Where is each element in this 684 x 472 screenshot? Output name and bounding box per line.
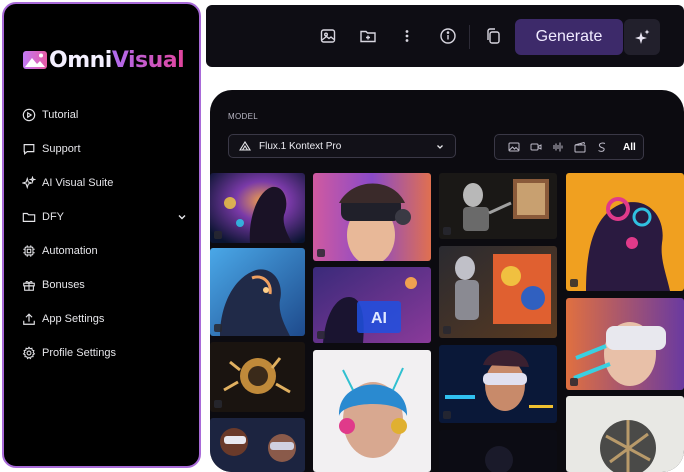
model-select[interactable]: Flux.1 Kontext Pro bbox=[228, 134, 456, 158]
generation-panel: MODEL Flux.1 Kontext Pro All AI bbox=[210, 90, 684, 472]
model-logo-icon bbox=[239, 141, 251, 151]
sidebar-item-label: Bonuses bbox=[42, 279, 85, 291]
sidebar: OmniVisual Tutorial Support AI Visual Su… bbox=[2, 2, 201, 468]
sidebar-item-bonuses[interactable]: Bonuses bbox=[22, 268, 192, 302]
audio-filter-icon[interactable] bbox=[547, 137, 569, 157]
sidebar-item-label: Tutorial bbox=[42, 109, 79, 121]
sidebar-item-label: Support bbox=[42, 143, 81, 155]
gallery-tile[interactable] bbox=[313, 350, 431, 472]
sidebar-item-label: App Settings bbox=[42, 313, 105, 325]
filter-all-button[interactable]: All bbox=[623, 142, 636, 153]
brand-logo[interactable]: OmniVisual bbox=[22, 44, 185, 76]
gallery-tile[interactable] bbox=[566, 396, 684, 472]
sidebar-item-ai-visual-suite[interactable]: AI Visual Suite bbox=[22, 166, 192, 200]
sparkles-icon bbox=[22, 176, 36, 190]
generate-button[interactable]: Generate bbox=[515, 19, 623, 55]
sidebar-item-label: Automation bbox=[42, 245, 98, 257]
media-type-badge bbox=[214, 231, 222, 239]
media-type-badge bbox=[443, 227, 451, 235]
sidebar-item-label: Profile Settings bbox=[42, 347, 116, 359]
gallery-tile[interactable] bbox=[210, 248, 305, 336]
chevron-down-icon bbox=[437, 145, 443, 149]
brand-name: OmniVisual bbox=[49, 47, 185, 73]
sidebar-item-label: AI Visual Suite bbox=[42, 177, 114, 189]
clapper-filter-icon[interactable] bbox=[569, 137, 591, 157]
top-toolbar: Generate bbox=[206, 5, 684, 67]
media-type-badge bbox=[317, 331, 325, 339]
text-filter-icon[interactable] bbox=[591, 137, 613, 157]
gallery-tile[interactable] bbox=[210, 342, 305, 412]
sidebar-item-automation[interactable]: Automation bbox=[22, 234, 192, 268]
media-type-badge bbox=[570, 378, 578, 386]
gallery-tile[interactable] bbox=[439, 173, 557, 239]
sidebar-item-support[interactable]: Support bbox=[22, 132, 192, 166]
sidebar-item-dfy[interactable]: DFY bbox=[22, 200, 192, 234]
gallery-tile[interactable] bbox=[439, 246, 557, 338]
model-select-value: Flux.1 Kontext Pro bbox=[259, 140, 342, 152]
gallery-tile[interactable] bbox=[313, 173, 431, 261]
folder-icon bbox=[22, 212, 36, 222]
media-type-filters: All bbox=[494, 134, 644, 160]
media-type-badge bbox=[443, 326, 451, 334]
chip-icon bbox=[23, 245, 35, 257]
media-type-badge bbox=[443, 411, 451, 419]
gallery-tile[interactable] bbox=[566, 173, 684, 291]
image-upload-icon[interactable] bbox=[319, 27, 337, 45]
logo-mark-icon bbox=[23, 51, 47, 69]
sidebar-item-profile-settings[interactable]: Profile Settings bbox=[22, 336, 192, 370]
media-type-badge bbox=[214, 324, 222, 332]
video-filter-icon[interactable] bbox=[525, 137, 547, 157]
folder-add-icon[interactable] bbox=[359, 27, 377, 45]
gallery-tile[interactable] bbox=[439, 430, 557, 472]
info-icon[interactable] bbox=[439, 27, 457, 45]
gift-icon bbox=[23, 281, 35, 291]
magic-generate-button[interactable] bbox=[624, 19, 660, 55]
copy-icon[interactable] bbox=[484, 27, 502, 45]
brand-name-part1: Omni bbox=[49, 47, 112, 73]
chevron-down-icon[interactable] bbox=[176, 211, 188, 223]
model-label: MODEL bbox=[228, 112, 258, 121]
media-type-badge bbox=[317, 249, 325, 257]
gear-icon bbox=[22, 346, 36, 360]
gallery-overlay-text: AI bbox=[371, 310, 387, 327]
gallery-tile[interactable] bbox=[210, 418, 305, 472]
brand-name-part2: Visual bbox=[111, 47, 185, 73]
gallery-tile[interactable] bbox=[439, 345, 557, 423]
play-circle-icon bbox=[22, 108, 36, 122]
sidebar-nav: Tutorial Support AI Visual Suite DFY Aut… bbox=[22, 98, 192, 370]
gallery-tile[interactable] bbox=[210, 173, 305, 243]
gallery-tile[interactable] bbox=[566, 298, 684, 390]
media-type-badge bbox=[570, 279, 578, 287]
magic-sparkle-icon bbox=[635, 29, 650, 44]
media-type-badge bbox=[214, 400, 222, 408]
sidebar-item-app-settings[interactable]: App Settings bbox=[22, 302, 192, 336]
image-filter-icon[interactable] bbox=[503, 137, 525, 157]
toolbar-divider bbox=[469, 25, 470, 49]
upload-icon bbox=[23, 313, 35, 325]
more-vertical-icon[interactable] bbox=[398, 27, 416, 45]
chat-bubble-icon bbox=[23, 144, 35, 156]
gallery-tile[interactable]: AI bbox=[313, 267, 431, 343]
sidebar-item-label: DFY bbox=[42, 211, 64, 223]
sidebar-item-tutorial[interactable]: Tutorial bbox=[22, 98, 192, 132]
